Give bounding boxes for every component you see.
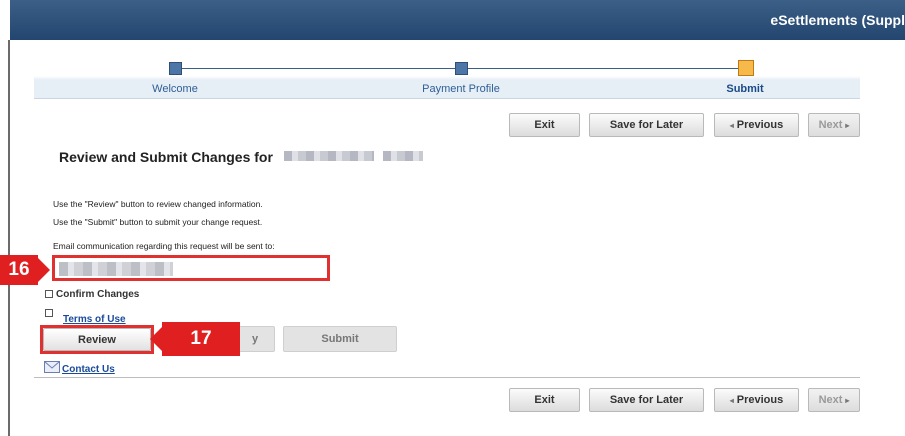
page-title: Review and Submit Changes for [59,149,273,165]
confirm-changes-label: Confirm Changes [56,289,140,300]
mail-icon [44,361,60,373]
next-label: Next [818,394,843,406]
step-node-submit[interactable] [738,60,754,76]
confirm-changes-checkbox[interactable] [45,290,53,298]
submit-button[interactable]: Submit [283,326,397,352]
redacted-name-suffix [383,151,423,161]
save-for-later-label: Save for Later [609,394,684,406]
next-button-top[interactable]: Next ▸ [808,113,860,137]
partial-label: y [251,333,259,345]
contact-us-link[interactable]: Contact Us [62,364,115,375]
step-payment-profile[interactable]: Payment Profile [422,83,500,95]
instruction-submit: Use the "Submit" button to submit your c… [53,217,263,227]
next-label: Next [818,119,843,131]
review-highlight [40,325,154,354]
email-label: Email communication regarding this reque… [53,241,275,251]
submit-label: Submit [321,333,359,345]
step-submit[interactable]: Submit [726,83,763,95]
step-node-payment-profile[interactable] [455,62,468,75]
exit-label: Exit [534,394,555,406]
save-for-later-button-top[interactable]: Save for Later [589,113,704,137]
email-field[interactable] [59,262,173,276]
save-for-later-button-bottom[interactable]: Save for Later [589,388,704,412]
callout-17: 17 [162,322,240,356]
previous-button-top[interactable]: ◂ Previous [714,113,799,137]
separator [34,377,860,378]
previous-button-bottom[interactable]: ◂ Previous [714,388,799,412]
previous-label: Previous [736,394,784,406]
callout-16: 16 [0,255,38,285]
chevron-left-icon: ◂ [729,120,734,130]
left-border [8,40,10,436]
instruction-review: Use the "Review" button to review change… [53,199,263,209]
chevron-right-icon: ▸ [845,120,850,130]
app-title: eSettlements (Suppl [770,12,905,28]
next-button-bottom[interactable]: Next ▸ [808,388,860,412]
email-highlight [52,255,330,281]
exit-button-top[interactable]: Exit [509,113,580,137]
callout-17-label: 17 [190,328,212,349]
callout-16-arrow [38,258,50,282]
exit-label: Exit [534,119,555,131]
step-node-welcome[interactable] [169,62,182,75]
previous-label: Previous [736,119,784,131]
progress-steps: Welcome Payment Profile Submit [34,58,860,99]
callout-17-arrow [150,327,162,351]
terms-of-use-checkbox[interactable] [45,309,53,317]
redacted-name [284,151,374,161]
terms-of-use-link[interactable]: Terms of Use [63,314,126,325]
chevron-left-icon: ◂ [729,395,734,405]
app-header: eSettlements (Suppl [10,0,905,40]
callout-16-label: 16 [8,259,30,280]
chevron-right-icon: ▸ [845,395,850,405]
save-for-later-label: Save for Later [609,119,684,131]
step-welcome[interactable]: Welcome [152,83,198,95]
exit-button-bottom[interactable]: Exit [509,388,580,412]
